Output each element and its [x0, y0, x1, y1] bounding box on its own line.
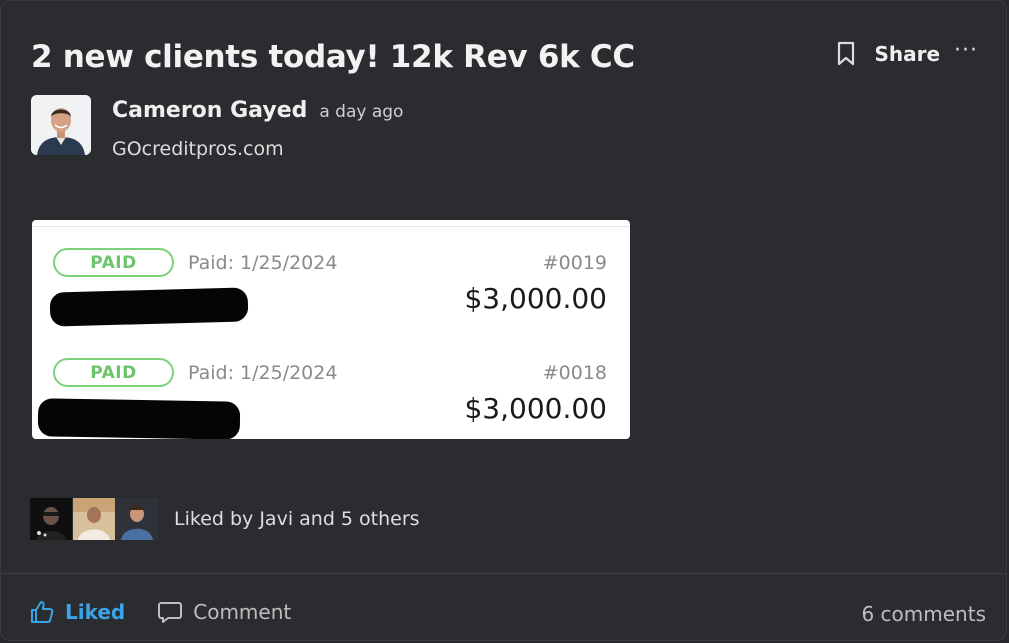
post-body-text: GOcreditpros.com — [112, 138, 284, 160]
top-actions: Share ··· — [836, 38, 978, 67]
liked-label: Liked — [65, 600, 126, 624]
author-avatar[interactable] — [31, 95, 91, 155]
liker-avatar[interactable] — [30, 498, 72, 540]
paid-date: Paid: 1/25/2024 — [188, 252, 338, 274]
comment-icon — [158, 602, 183, 623]
invoice-image[interactable]: PAID Paid: 1/25/2024 #0019 $3,000.00 PAI… — [32, 220, 630, 439]
invoice-row: PAID Paid: 1/25/2024 #0018 $3,000.00 — [32, 330, 630, 439]
liked-by-text[interactable]: Liked by Javi and 5 others — [174, 508, 420, 530]
like-button[interactable]: Liked — [29, 599, 125, 625]
divider — [1, 573, 1006, 574]
comment-label: Comment — [193, 600, 292, 624]
liker-avatar[interactable] — [116, 498, 158, 540]
invoice-amount: $3,000.00 — [464, 282, 607, 315]
liker-avatar[interactable] — [73, 498, 115, 540]
thumbs-up-icon — [31, 601, 54, 623]
post-actions: Liked Comment — [29, 599, 323, 625]
post-title: 2 new clients today! 12k Rev 6k CC — [31, 39, 635, 75]
invoice-amount: $3,000.00 — [464, 392, 607, 425]
paid-badge: PAID — [53, 358, 174, 387]
comments-count-link[interactable]: 6 comments — [861, 602, 986, 626]
bookmark-icon[interactable] — [836, 41, 858, 67]
more-options-icon[interactable]: ··· — [954, 38, 978, 63]
invoice-number: #0018 — [542, 362, 607, 384]
paid-date: Paid: 1/25/2024 — [188, 362, 338, 384]
comment-button[interactable]: Comment — [157, 599, 291, 625]
invoice-number: #0019 — [542, 252, 607, 274]
invoice-row: PAID Paid: 1/25/2024 #0019 $3,000.00 — [32, 220, 630, 327]
redacted-name — [37, 398, 241, 439]
post-timestamp[interactable]: a day ago — [319, 102, 403, 122]
redacted-name — [49, 287, 249, 327]
share-button[interactable]: Share — [874, 42, 940, 66]
author-name[interactable]: Cameron Gayed — [112, 98, 307, 123]
paid-badge: PAID — [53, 248, 174, 277]
liker-avatars[interactable] — [30, 498, 159, 540]
post-card: 2 new clients today! 12k Rev 6k CC Share… — [0, 0, 1007, 641]
author-row: Cameron Gayed a day ago — [112, 98, 403, 123]
